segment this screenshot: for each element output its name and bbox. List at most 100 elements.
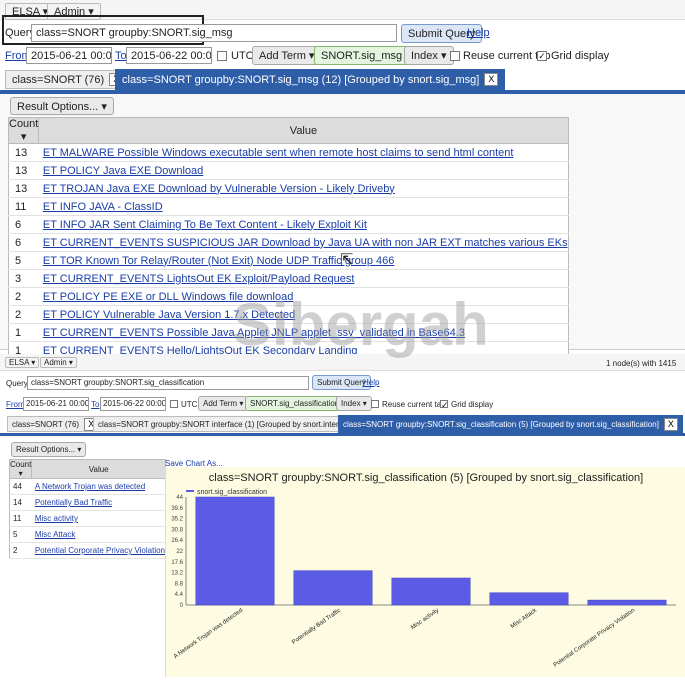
value-link[interactable]: ET MALWARE Possible Windows executable s… — [43, 147, 514, 159]
count-cell: 13 — [8, 143, 39, 162]
to-link[interactable]: To — [115, 50, 127, 62]
value-cell: ET MALWARE Possible Windows executable s… — [38, 143, 569, 162]
count-column-header[interactable]: Count ▾ — [8, 459, 33, 479]
results-table: Count ▾ Value 44 A Network Trojan was det… — [8, 459, 167, 559]
count-cell: 2 — [8, 287, 39, 306]
value-cell: ET POLICY Java EXE Download — [38, 161, 569, 180]
from-date-input[interactable]: 2015-06-21 00:00:00 — [26, 47, 112, 64]
help-link[interactable]: Help — [363, 378, 379, 387]
value-link[interactable]: Misc activity — [35, 514, 78, 523]
to-date-input[interactable]: 2015-06-22 00:00:00 — [100, 397, 166, 411]
tab-groupby-interface[interactable]: class=SNORT groupby:SNORT interface (1) … — [93, 416, 380, 432]
reuse-tab-checkbox[interactable] — [450, 51, 460, 61]
grid-display-label: Grid display — [551, 50, 610, 62]
query-input[interactable]: class=SNORT groupby:SNORT.sig_msg — [31, 24, 397, 42]
value-column-header: Value — [31, 459, 167, 479]
reuse-tab-checkbox[interactable] — [371, 400, 379, 408]
result-options-button[interactable]: Result Options... ▾ — [11, 442, 87, 457]
tab-label: class=SNORT (76) — [12, 419, 80, 429]
table-row: 13 ET TROJAN Java EXE Download by Vulnera… — [8, 179, 569, 198]
tab-class-snort[interactable]: class=SNORT (76) X — [5, 70, 131, 89]
table-row: 6 ET CURRENT_EVENTS SUSPICIOUS JAR Downlo… — [8, 233, 569, 252]
count-cell: 6 — [8, 233, 39, 252]
y-tick-label: 0 — [180, 603, 184, 609]
tab-label: class=SNORT groupby:SNORT interface (1) … — [98, 419, 356, 429]
count-cell: 44 — [9, 478, 32, 495]
value-link[interactable]: Misc Attack — [35, 530, 75, 539]
y-tick-label: 17.6 — [171, 560, 183, 566]
to-date-input[interactable]: 2015-06-22 00:00:00 — [126, 47, 212, 64]
result-options-button[interactable]: Result Options... ▾ — [10, 97, 114, 115]
add-term-button[interactable]: Add Term ▾ — [198, 396, 249, 411]
value-link[interactable]: ET POLICY Java EXE Download — [43, 165, 203, 177]
y-tick-label: 39.6 — [171, 506, 183, 512]
value-link[interactable]: Potentially Bad Traffic — [35, 498, 112, 507]
close-icon[interactable]: X — [663, 417, 678, 431]
y-tick-label: 13.2 — [171, 571, 183, 577]
count-cell: 3 — [8, 269, 39, 288]
value-link[interactable]: ET INFO JAVA - ClassID — [43, 201, 163, 213]
count-cell: 5 — [9, 526, 32, 543]
bar[interactable] — [391, 577, 471, 606]
bar[interactable] — [587, 599, 667, 606]
value-link[interactable]: Potential Corporate Privacy Violation — [35, 546, 165, 555]
chart-area: class=SNORT groupby:SNORT.sig_classifica… — [165, 467, 685, 677]
y-tick-label: 4.4 — [175, 592, 184, 598]
bar-chart: class=SNORT groupby:SNORT.sig_classifica… — [171, 472, 676, 669]
add-term-button[interactable]: Add Term ▾ — [252, 46, 322, 65]
count-cell: 13 — [8, 179, 39, 198]
count-column-header[interactable]: Count ▾ — [7, 117, 40, 144]
table-row: 11 ET INFO JAVA - ClassID — [8, 197, 569, 216]
table-row: 13 ET MALWARE Possible Windows executable… — [8, 143, 569, 162]
tab-class-snort[interactable]: class=SNORT (76) X — [7, 416, 104, 432]
bar[interactable] — [489, 592, 569, 606]
tab-groupby-sig-msg[interactable]: class=SNORT groupby:SNORT.sig_msg (12) [… — [115, 69, 506, 90]
y-tick-label: 30.8 — [171, 527, 183, 533]
value-cell: A Network Trojan was detected — [31, 478, 166, 495]
utc-checkbox[interactable] — [170, 400, 178, 408]
value-cell: ET INFO JAVA - ClassID — [38, 197, 569, 216]
index-button[interactable]: Index ▾ — [404, 46, 454, 65]
value-link[interactable]: ET TROJAN Java EXE Download by Vulnerabl… — [43, 183, 395, 195]
watermark: Sibergah — [232, 291, 489, 358]
tab-label: class=SNORT groupby:SNORT.sig_msg (12) [… — [122, 73, 480, 86]
field-select-button[interactable]: SNORT.sig_classification ▾ — [245, 396, 351, 411]
x-tick-label: Misc Attack — [510, 607, 539, 630]
count-cell: 13 — [8, 161, 39, 180]
table-row: 3 ET CURRENT_EVENTS LightsOut EK Exploit/… — [8, 269, 569, 288]
value-cell: ET CURRENT_EVENTS LightsOut EK Exploit/P… — [38, 269, 569, 288]
y-tick-label: 44 — [176, 495, 183, 501]
chart-title: class=SNORT groupby:SNORT.sig_classifica… — [209, 472, 643, 484]
from-link[interactable]: From — [6, 400, 25, 409]
from-date-input[interactable]: 2015-06-21 00:00:00 — [23, 397, 89, 411]
tab-groupby-sig-classification[interactable]: class=SNORT groupby:SNORT.sig_classifica… — [338, 415, 683, 433]
close-icon[interactable]: X — [484, 73, 499, 86]
value-cell: Misc Attack — [31, 526, 166, 543]
to-link[interactable]: To — [91, 400, 99, 409]
table-row: 44 A Network Trojan was detected — [9, 478, 166, 495]
table-row: 13 ET POLICY Java EXE Download — [8, 161, 569, 180]
tab-label: class=SNORT groupby:SNORT.sig_classifica… — [343, 419, 659, 429]
count-cell: 14 — [9, 494, 32, 511]
index-button[interactable]: Index ▾ — [336, 396, 372, 411]
value-cell: Potentially Bad Traffic — [31, 494, 166, 511]
value-link[interactable]: ET INFO JAR Sent Claiming To Be Text Con… — [43, 219, 367, 231]
query-input[interactable]: class=SNORT groupby:SNORT.sig_classifica… — [27, 376, 309, 390]
value-link[interactable]: A Network Trojan was detected — [35, 482, 145, 491]
count-cell: 11 — [9, 510, 32, 527]
field-select-button[interactable]: SNORT.sig_msg ▾ — [314, 46, 418, 65]
bar[interactable] — [293, 570, 373, 606]
bar[interactable] — [195, 496, 275, 606]
admin-menu[interactable]: Admin ▾ — [40, 357, 77, 368]
grid-display-checkbox[interactable] — [537, 51, 547, 61]
utc-checkbox[interactable] — [217, 51, 227, 61]
help-link[interactable]: Help — [467, 27, 490, 39]
y-tick-label: 26.4 — [171, 538, 183, 544]
legend-label: snort.sig_classification — [197, 489, 267, 496]
elsa-menu[interactable]: ELSA ▾ — [5, 357, 40, 368]
y-tick-label: 8.8 — [175, 581, 184, 587]
grid-display-checkbox[interactable] — [440, 400, 448, 408]
value-link[interactable]: ET CURRENT_EVENTS SUSPICIOUS JAR Downloa… — [43, 237, 568, 249]
value-link[interactable]: ET CURRENT_EVENTS LightsOut EK Exploit/P… — [43, 273, 355, 285]
count-cell: 1 — [8, 323, 39, 342]
